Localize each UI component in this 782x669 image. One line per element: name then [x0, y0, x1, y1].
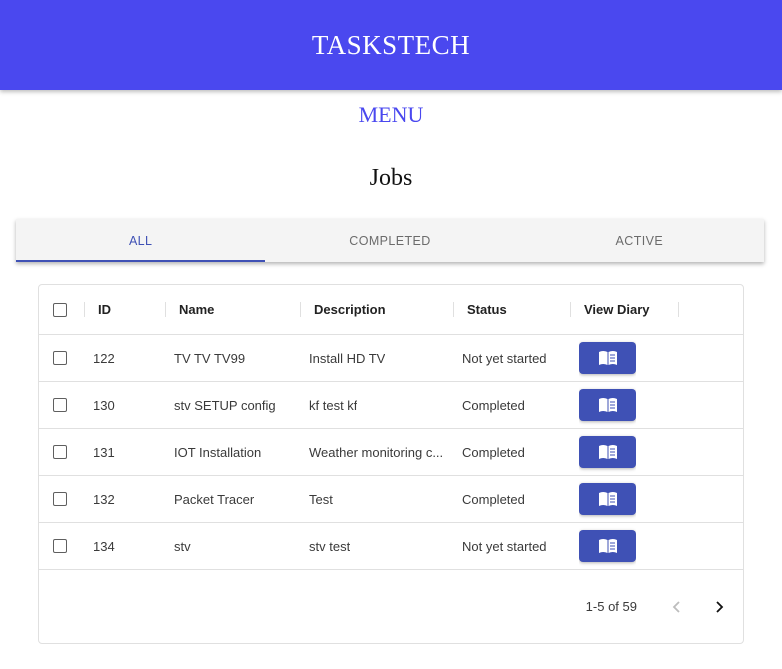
row-status: Not yet started	[462, 350, 547, 366]
view-diary-button[interactable]	[579, 483, 636, 515]
row-checkbox[interactable]	[53, 398, 67, 412]
row-checkbox[interactable]	[53, 539, 67, 553]
table-row[interactable]: 134 stv stv test Not yet started	[39, 523, 743, 570]
row-name: stv	[174, 538, 191, 554]
row-description: Test	[309, 476, 449, 522]
row-diary-cell	[579, 523, 636, 569]
tab-active[interactable]: ACTIVE	[515, 219, 764, 262]
page-title: Jobs	[369, 165, 413, 191]
row-description: Weather monitoring c...	[309, 429, 449, 475]
view-diary-button[interactable]	[579, 436, 636, 468]
row-name: IOT Installation	[174, 444, 262, 460]
row-checkbox[interactable]	[53, 351, 67, 365]
row-id: 134	[93, 538, 115, 554]
app-bar: TASKSTECH	[0, 0, 782, 90]
tab-all[interactable]: ALL	[16, 219, 266, 262]
app-title: TASKSTECH	[311, 29, 471, 60]
row-diary-cell	[579, 429, 636, 475]
column-header-status[interactable]: Status	[467, 285, 507, 334]
column-separator	[678, 302, 679, 317]
row-name: TV TV TV99	[174, 350, 246, 366]
view-diary-button[interactable]	[579, 389, 636, 421]
row-status: Completed	[462, 397, 525, 413]
row-select-cell	[53, 335, 67, 381]
previous-page-button[interactable]	[663, 593, 691, 621]
column-separator	[84, 302, 85, 317]
book-icon	[598, 445, 617, 459]
row-select-cell	[53, 523, 67, 569]
row-id: 130	[93, 397, 115, 413]
table-row[interactable]: 132 Packet Tracer Test Completed	[39, 476, 743, 523]
row-id: 132	[93, 491, 115, 507]
row-description: stv test	[309, 523, 449, 569]
row-id: 131	[93, 444, 115, 460]
column-header-view-diary[interactable]: View Diary	[584, 285, 650, 334]
chevron-left-icon	[672, 601, 680, 613]
column-header-id[interactable]: ID	[98, 285, 111, 334]
jobs-table: ID Name Description Status View Diary 12…	[38, 284, 744, 644]
menu-link[interactable]: MENU	[0, 102, 782, 128]
row-select-cell	[53, 476, 67, 522]
row-description-text: stv test	[309, 538, 351, 554]
column-header-description[interactable]: Description	[314, 285, 386, 334]
row-description-text: Test	[309, 491, 333, 507]
select-all-cell	[53, 285, 67, 334]
view-diary-button[interactable]	[579, 530, 636, 562]
column-separator	[453, 302, 454, 317]
book-icon	[598, 351, 617, 365]
row-name: stv SETUP config	[174, 397, 276, 413]
row-description-text: kf test kf	[309, 397, 358, 413]
pagination-range: 1-5 of 59	[585, 598, 637, 614]
column-separator	[570, 302, 571, 317]
table-footer: 1-5 of 59	[39, 569, 743, 643]
book-icon	[598, 539, 617, 553]
table-header: ID Name Description Status View Diary	[39, 285, 743, 335]
table-row[interactable]: 131 IOT Installation Weather monitoring …	[39, 429, 743, 476]
row-status: Completed	[462, 491, 525, 507]
column-header-name[interactable]: Name	[179, 285, 214, 334]
row-status: Not yet started	[462, 538, 547, 554]
row-description: kf test kf	[309, 382, 449, 428]
select-all-checkbox[interactable]	[53, 302, 67, 317]
book-icon	[598, 492, 617, 506]
chevron-right-icon	[716, 601, 724, 613]
next-page-button[interactable]	[705, 593, 733, 621]
tab-bar: ALL COMPLETED ACTIVE	[16, 219, 764, 262]
view-diary-button[interactable]	[579, 342, 636, 374]
row-diary-cell	[579, 382, 636, 428]
row-diary-cell	[579, 476, 636, 522]
row-description-text: Install HD TV	[309, 350, 386, 366]
book-icon	[598, 398, 617, 412]
row-select-cell	[53, 429, 67, 475]
tab-completed[interactable]: COMPLETED	[265, 219, 514, 262]
row-checkbox[interactable]	[53, 492, 67, 506]
column-separator	[300, 302, 301, 317]
row-description: Install HD TV	[309, 335, 449, 381]
row-status: Completed	[462, 444, 525, 460]
table-row[interactable]: 122 TV TV TV99 Install HD TV Not yet sta…	[39, 335, 743, 382]
row-diary-cell	[579, 335, 636, 381]
row-description-text: Weather monitoring c...	[309, 444, 444, 460]
row-select-cell	[53, 382, 67, 428]
row-id: 122	[93, 350, 115, 366]
row-name: Packet Tracer	[174, 491, 255, 507]
table-row[interactable]: 130 stv SETUP config kf test kf Complete…	[39, 382, 743, 429]
row-checkbox[interactable]	[53, 445, 67, 459]
column-separator	[165, 302, 166, 317]
